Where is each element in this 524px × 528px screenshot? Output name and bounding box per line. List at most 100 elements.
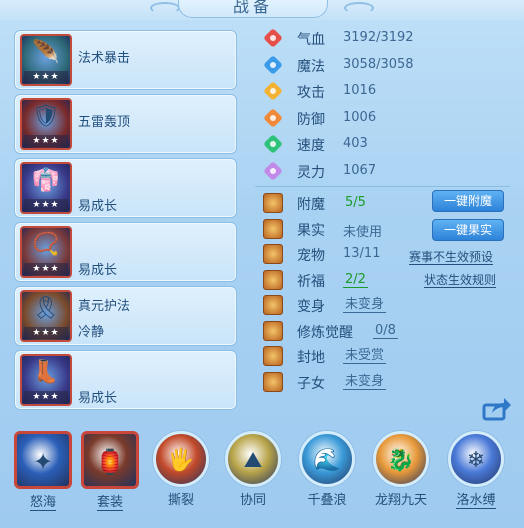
heart-icon xyxy=(264,29,282,47)
option-value[interactable]: 2/2 xyxy=(343,272,368,288)
skill-icon: 🖐 xyxy=(153,431,209,487)
mana-icon xyxy=(264,55,282,74)
option-row: 子女 未变身 xyxy=(263,371,513,393)
skill-item[interactable]: 🏮 套装 xyxy=(79,431,141,511)
skill-label: 套装 xyxy=(96,495,123,511)
child-icon xyxy=(263,371,283,392)
option-value[interactable]: 未受赏 xyxy=(343,348,387,364)
stat-label: 魔法 xyxy=(297,58,325,75)
stat-row: 魔法 3058/3058 xyxy=(263,54,513,76)
skill-label: 龙翔九天 xyxy=(374,493,427,508)
option-label: 祈福 xyxy=(297,273,325,290)
boots-icon: 👢 ★★★ xyxy=(20,354,72,406)
equipment-slot[interactable]: 👘 ★★★ 易成长 xyxy=(14,158,237,218)
option-value[interactable]: 未变身 xyxy=(343,297,387,313)
territory-icon xyxy=(263,346,283,366)
one-click-enchant-button[interactable]: 一键附魔 xyxy=(432,190,504,212)
stat-value: 403 xyxy=(343,136,368,151)
stat-value: 3192/3192 xyxy=(343,30,414,45)
skill-label: 协同 xyxy=(239,493,266,508)
skill-icon: ❄ xyxy=(448,431,504,487)
blessing-icon xyxy=(263,269,283,290)
stat-label: 防御 xyxy=(297,111,325,128)
option-value[interactable]: 未变身 xyxy=(343,374,387,390)
option-label: 封地 xyxy=(297,350,325,366)
stat-row: 攻击 1016 xyxy=(263,80,513,102)
skill-bar: ✦ 怒海 🏮 套装 🖐 撕裂 ⛰ 协同 🌊 千叠浪 🐉 龙翔九天 ❄ 洛水缚 xyxy=(0,425,524,528)
robe-icon: 👘 ★★★ xyxy=(20,162,72,214)
stat-value: 1016 xyxy=(343,83,377,98)
slot-line2: 易成长 xyxy=(78,263,118,278)
armor-icon: 🛡 ★★★ xyxy=(20,98,72,150)
fruit-icon xyxy=(263,218,283,239)
star-rating: ★★★ xyxy=(24,391,68,403)
skill-icon: 🌊 xyxy=(299,431,355,487)
stat-row: 防御 1006 xyxy=(263,107,513,129)
rules-link[interactable]: 状态生效规则 xyxy=(424,273,497,288)
skill-label: 千叠浪 xyxy=(307,493,347,508)
stat-row: 速度 403 xyxy=(263,133,513,155)
pet-icon xyxy=(263,244,283,264)
page-title: 战备 xyxy=(178,0,328,18)
enchant-icon xyxy=(263,193,283,213)
awaken-icon xyxy=(263,320,283,341)
equipment-slot[interactable]: 👢 ★★★ 易成长 xyxy=(14,350,237,410)
option-value[interactable]: 0/8 xyxy=(373,323,398,339)
option-value: 未使用 xyxy=(343,224,383,240)
slot-line1: 真元护法 xyxy=(78,299,131,314)
option-label: 修炼觉醒 xyxy=(297,324,353,341)
defense-icon xyxy=(264,108,282,127)
speed-icon xyxy=(264,135,282,153)
skill-item[interactable]: ✦ 怒海 xyxy=(12,431,74,511)
skill-icon: 🐉 xyxy=(373,431,429,487)
stats-divider xyxy=(255,186,510,187)
equipment-slot[interactable]: 🛡 ★★★ 五雷轰顶 xyxy=(14,94,237,154)
star-rating: ★★★ xyxy=(24,199,68,211)
option-row: 封地 未受赏 xyxy=(263,345,513,367)
option-value: 5/5 xyxy=(345,195,366,210)
preset-link[interactable]: 赛事不生效预设 xyxy=(409,250,494,265)
title-bar: 战备 xyxy=(0,0,524,20)
one-click-fruit-button[interactable]: 一键果实 xyxy=(432,219,504,241)
necklace-icon: 📿 ★★★ xyxy=(20,226,72,278)
option-label: 附魔 xyxy=(297,197,325,213)
equipment-slot[interactable]: 🪶 ★★★ 法术暴击 xyxy=(14,30,237,90)
skill-item[interactable]: ❄ 洛水缚 xyxy=(445,431,507,509)
skill-item[interactable]: 🖐 撕裂 xyxy=(150,431,212,508)
slot-line2: 易成长 xyxy=(78,199,118,214)
skill-label: 洛水缚 xyxy=(456,493,496,509)
skill-item[interactable]: 🌊 千叠浪 xyxy=(296,431,358,508)
stat-value: 1067 xyxy=(343,162,377,178)
green-feather-icon: 🪶 ★★★ xyxy=(20,34,72,86)
transform-icon xyxy=(263,295,283,315)
stat-label: 气血 xyxy=(297,32,325,48)
stat-row: 灵力 1067 xyxy=(263,160,513,182)
slot-line1: 五雷轰顶 xyxy=(78,115,131,130)
stat-label: 灵力 xyxy=(297,164,325,181)
option-label: 子女 xyxy=(297,375,325,392)
option-row: 变身 未变身 xyxy=(263,294,513,316)
slot-line2: 易成长 xyxy=(78,391,118,406)
star-rating: ★★★ xyxy=(24,263,68,275)
star-rating: ★★★ xyxy=(24,71,68,83)
stat-label: 攻击 xyxy=(297,85,325,101)
option-row: 修炼觉醒 0/8 xyxy=(263,320,513,342)
star-rating: ★★★ xyxy=(24,327,68,339)
stat-value: 1006 xyxy=(343,109,377,125)
belt-icon: 🎗 ★★★ xyxy=(20,290,72,342)
equipment-slot[interactable]: 📿 ★★★ 易成长 xyxy=(14,222,237,282)
skill-item[interactable]: ⛰ 协同 xyxy=(222,431,284,508)
option-value: 13/11 xyxy=(343,246,381,261)
equipment-slot[interactable]: 🎗 ★★★ 真元护法 冷静 xyxy=(14,286,237,346)
spirit-icon xyxy=(264,161,282,180)
skill-icon: ✦ xyxy=(14,431,72,489)
option-label: 宠物 xyxy=(297,248,325,264)
option-label: 果实 xyxy=(297,222,325,239)
skill-item[interactable]: 🐉 龙翔九天 xyxy=(370,431,432,508)
skill-icon: ⛰ xyxy=(225,431,281,487)
share-icon[interactable] xyxy=(482,397,512,421)
star-rating: ★★★ xyxy=(24,135,68,147)
swirl-ornament-right xyxy=(344,2,374,14)
option-label: 变身 xyxy=(297,299,325,315)
skill-icon: 🏮 xyxy=(81,431,139,489)
